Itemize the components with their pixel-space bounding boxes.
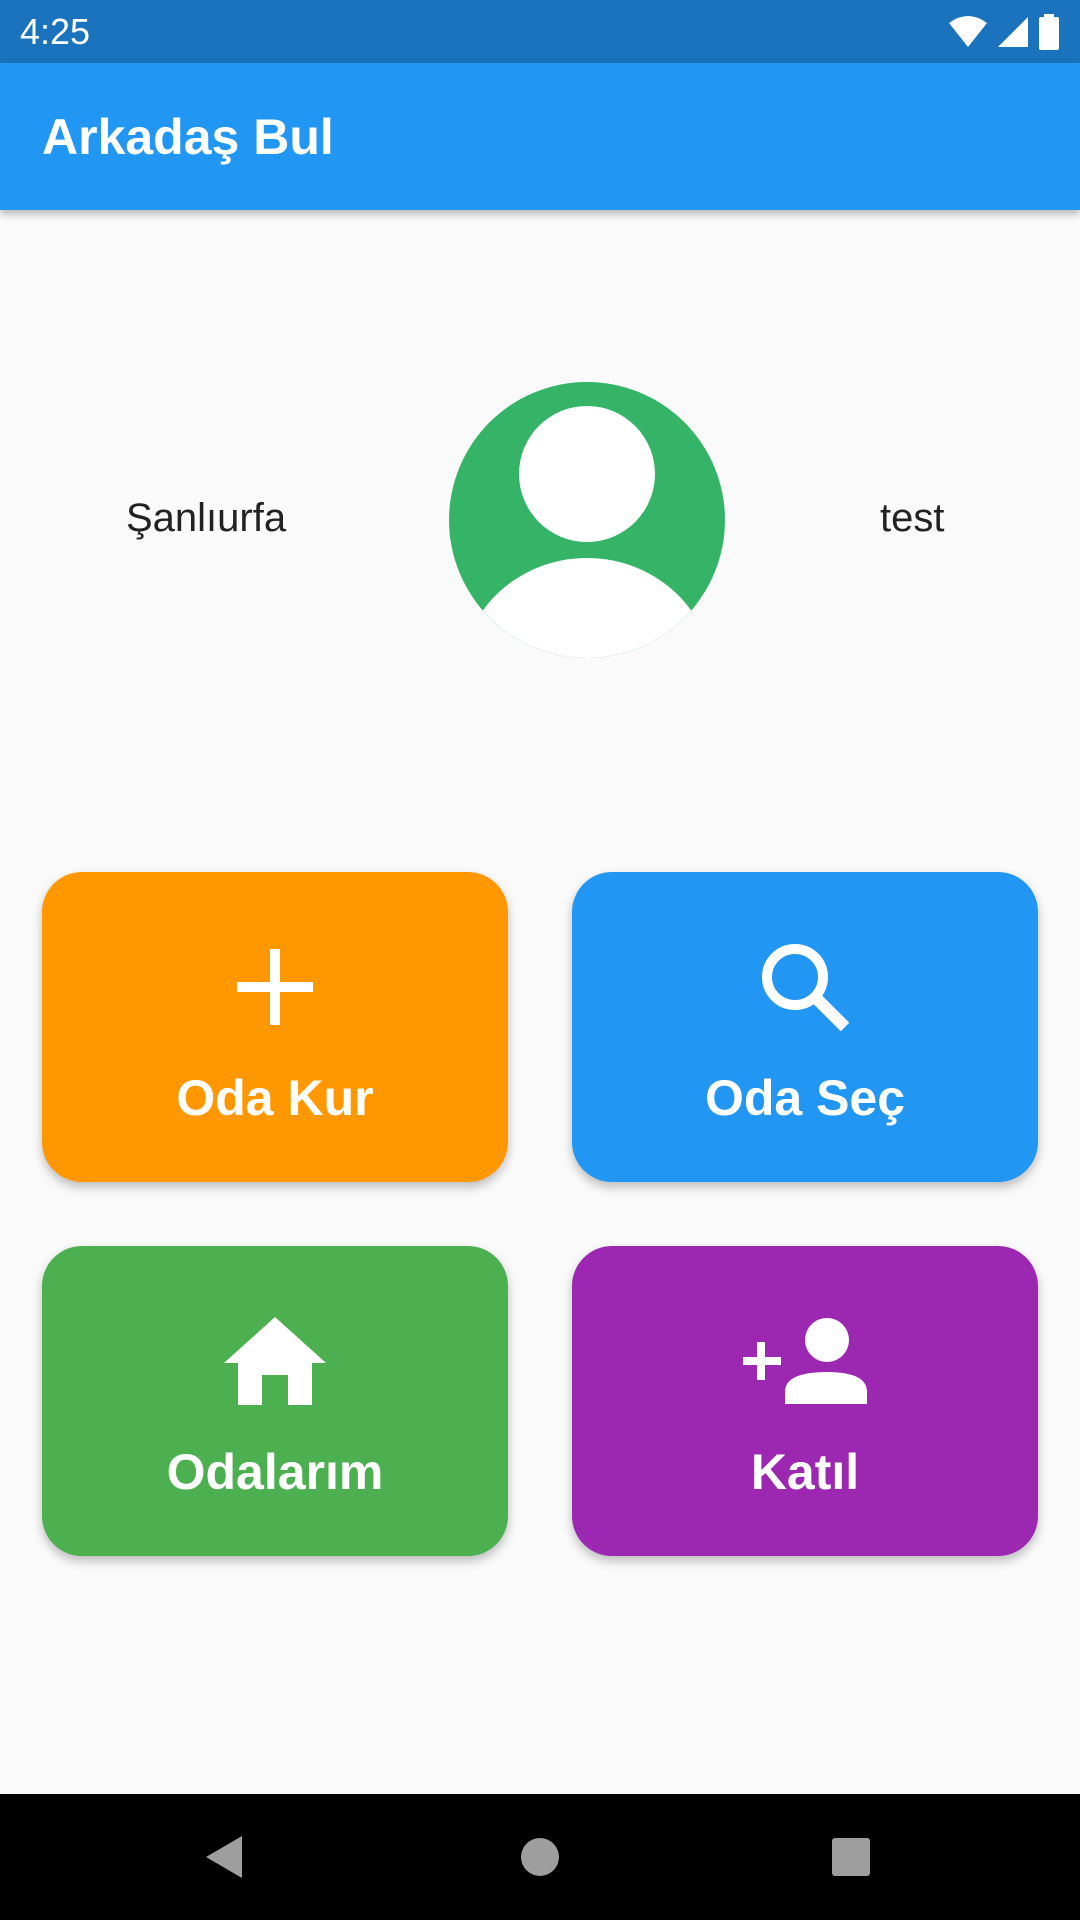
search-icon [762, 944, 850, 1032]
select-room-button[interactable]: Oda Seç [572, 872, 1038, 1182]
create-room-label: Oda Kur [176, 1070, 374, 1126]
plus-icon [237, 949, 313, 1025]
status-icons [948, 12, 1060, 52]
recents-icon[interactable] [826, 1832, 876, 1882]
profile-city: Şanlıurfa [126, 496, 287, 540]
home-icon [224, 1317, 326, 1405]
my-rooms-label: Odalarım [166, 1444, 384, 1500]
app-bar: Arkadaş Bul [0, 63, 1080, 210]
status-time: 4:25 [20, 11, 91, 52]
select-room-label: Oda Seç [704, 1070, 906, 1126]
wifi-icon [949, 16, 987, 47]
person-icon[interactable] [449, 382, 725, 658]
join-label: Katıl [750, 1444, 860, 1500]
my-rooms-button[interactable]: Odalarım [42, 1246, 508, 1556]
person-add-icon [743, 1318, 867, 1404]
back-icon[interactable] [200, 1832, 250, 1882]
profile-username: test [880, 496, 945, 540]
create-room-button[interactable]: Oda Kur [42, 872, 508, 1182]
home-circle-icon[interactable] [515, 1832, 565, 1882]
join-button[interactable]: Katıl [572, 1246, 1038, 1556]
battery-icon [1039, 14, 1059, 50]
status-bar: 4:25 [0, 0, 1080, 63]
signal-icon [998, 17, 1028, 47]
nav-bar [0, 1794, 1080, 1920]
app-title: Arkadaş Bul [42, 109, 334, 165]
